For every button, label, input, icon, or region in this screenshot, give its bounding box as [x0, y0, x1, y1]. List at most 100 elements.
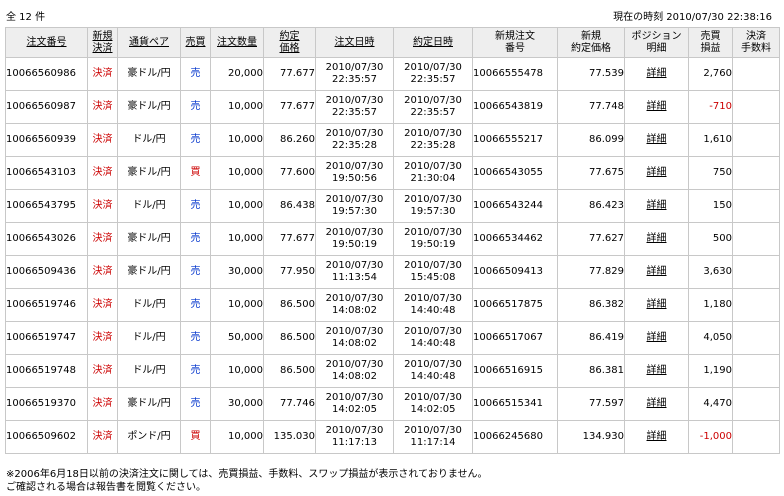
cell-order-no: 10066509436	[5, 255, 88, 289]
table-row: 10066560986 決済 豪ドル/円売 20,000 77.677 2010/07/3…	[5, 57, 780, 91]
cell-type: 決済	[87, 354, 118, 388]
cell-fee	[732, 57, 780, 91]
cell-position-detail: 詳細	[624, 387, 689, 421]
cell-order-no: 10066509602	[5, 420, 88, 454]
cell-order-time: 2010/07/30 14:08:02	[315, 288, 394, 322]
cell-new-price: 86.382	[557, 288, 625, 322]
cell-exec-time: 2010/07/30 19:57:30	[393, 189, 473, 223]
cell-order-no: 10066560939	[5, 123, 88, 157]
cell-qty: 30,000	[210, 387, 264, 421]
cell-price: 77.677	[263, 222, 316, 256]
position-detail-link[interactable]: 詳細	[647, 332, 667, 343]
cell-new-price: 77.748	[557, 90, 625, 124]
table-row: 10066509602 決済 ポンド/円買 10,000 135.030 2010/07/…	[5, 420, 780, 454]
col-price[interactable]: 約定 価格	[263, 27, 316, 58]
cell-order-no: 10066519748	[5, 354, 88, 388]
position-detail-link[interactable]: 詳細	[647, 431, 667, 442]
cell-side: 買	[180, 420, 211, 454]
cell-position-detail: 詳細	[624, 57, 689, 91]
cell-type: 決済	[87, 156, 118, 190]
position-detail-link[interactable]: 詳細	[647, 299, 667, 310]
col-fee: 決済 手数料	[732, 27, 780, 58]
cell-order-time: 2010/07/30 14:08:02	[315, 354, 394, 388]
cell-position-detail: 詳細	[624, 420, 689, 454]
col-exec-time[interactable]: 約定日時	[393, 27, 473, 58]
cell-position-detail: 詳細	[624, 222, 689, 256]
footnote-line-1: ※2006年6月18日以前の決済注文に関しては、売買損益、手数料、スワップ損益が…	[6, 469, 488, 480]
cell-type: 決済	[87, 90, 118, 124]
top-bar: 全 12 件 現在の時刻 2010/07/30 22:38:16	[0, 0, 784, 24]
col-qty[interactable]: 注文数量	[210, 27, 264, 58]
footnote-line-2: ご確認される場合は報告書を閲覧ください。	[6, 482, 206, 493]
cell-pnl: 1,180	[688, 288, 733, 322]
cell-order-no: 10066543795	[5, 189, 88, 223]
table-row: 10066519747 決済 ドル/円売 50,000 86.500 2010/07/30…	[5, 321, 780, 355]
cell-price: 77.600	[263, 156, 316, 190]
col-side[interactable]: 売買	[180, 27, 211, 58]
cell-new-price: 86.381	[557, 354, 625, 388]
cell-side: 売	[180, 321, 211, 355]
cell-order-time: 2010/07/30 22:35:28	[315, 123, 394, 157]
cell-position-detail: 詳細	[624, 255, 689, 289]
col-new-price: 新規 約定価格	[557, 27, 625, 58]
cell-pnl: 4,470	[688, 387, 733, 421]
cell-qty: 10,000	[210, 222, 264, 256]
cell-fee	[732, 321, 780, 355]
cell-price: 86.500	[263, 321, 316, 355]
cell-price: 77.746	[263, 387, 316, 421]
cell-qty: 10,000	[210, 189, 264, 223]
cell-new-price: 77.539	[557, 57, 625, 91]
cell-exec-time: 2010/07/30 14:40:48	[393, 354, 473, 388]
cell-new-price: 86.099	[557, 123, 625, 157]
cell-pnl: 2,760	[688, 57, 733, 91]
cell-pnl: 1,190	[688, 354, 733, 388]
cell-order-no: 10066560986	[5, 57, 88, 91]
cell-type: 決済	[87, 123, 118, 157]
cell-type: 決済	[87, 420, 118, 454]
cell-type: 決済	[87, 288, 118, 322]
cell-order-time: 2010/07/30 11:17:13	[315, 420, 394, 454]
cell-fee	[732, 420, 780, 454]
position-detail-link[interactable]: 詳細	[647, 233, 667, 244]
cell-order-time: 2010/07/30 14:08:02	[315, 321, 394, 355]
cell-price: 86.438	[263, 189, 316, 223]
cell-order-no: 10066519746	[5, 288, 88, 322]
col-new-settle[interactable]: 新規 決済	[87, 27, 118, 58]
cell-new-order-no: 10066515341	[472, 387, 558, 421]
col-pair[interactable]: 通貨ペア	[117, 27, 181, 58]
cell-pnl: 3,630	[688, 255, 733, 289]
cell-pnl: -710	[688, 90, 733, 124]
position-detail-link[interactable]: 詳細	[647, 200, 667, 211]
cell-fee	[732, 288, 780, 322]
position-detail-link[interactable]: 詳細	[647, 266, 667, 277]
cell-position-detail: 詳細	[624, 189, 689, 223]
cell-position-detail: 詳細	[624, 321, 689, 355]
cell-pair: 豪ドル/円	[117, 222, 181, 256]
cell-pnl: 4,050	[688, 321, 733, 355]
cell-side: 売	[180, 288, 211, 322]
cell-order-time: 2010/07/30 19:50:56	[315, 156, 394, 190]
cell-exec-time: 2010/07/30 22:35:28	[393, 123, 473, 157]
position-detail-link[interactable]: 詳細	[647, 398, 667, 409]
position-detail-link[interactable]: 詳細	[647, 101, 667, 112]
cell-order-no: 10066543103	[5, 156, 88, 190]
cell-order-time: 2010/07/30 19:57:30	[315, 189, 394, 223]
position-detail-link[interactable]: 詳細	[647, 134, 667, 145]
cell-new-price: 134.930	[557, 420, 625, 454]
cell-type: 決済	[87, 255, 118, 289]
cell-side: 売	[180, 387, 211, 421]
cell-pair: ドル/円	[117, 123, 181, 157]
cell-exec-time: 2010/07/30 19:50:19	[393, 222, 473, 256]
position-detail-link[interactable]: 詳細	[647, 167, 667, 178]
table-header-row: 注文番号 新規 決済 通貨ペア 売買 注文数量 約定 価格 注文日時 約定日時 新規…	[5, 27, 780, 58]
position-detail-link[interactable]: 詳細	[647, 365, 667, 376]
cell-fee	[732, 222, 780, 256]
cell-new-order-no: 10066543055	[472, 156, 558, 190]
cell-side: 売	[180, 354, 211, 388]
cell-pair: 豪ドル/円	[117, 387, 181, 421]
col-position: ポジション 明細	[624, 27, 689, 58]
col-order-no[interactable]: 注文番号	[5, 27, 88, 58]
col-order-time[interactable]: 注文日時	[315, 27, 394, 58]
cell-new-order-no: 10066543244	[472, 189, 558, 223]
position-detail-link[interactable]: 詳細	[647, 68, 667, 79]
